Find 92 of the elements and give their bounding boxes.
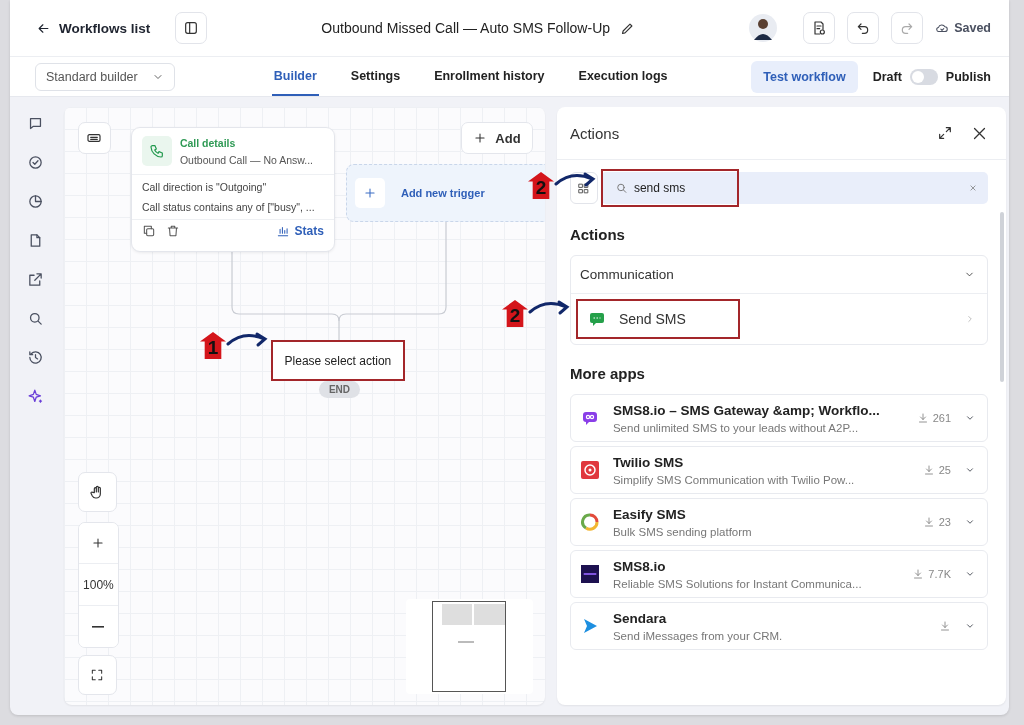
search-field[interactable]: send sms xyxy=(600,172,988,204)
undo-button[interactable] xyxy=(847,12,880,44)
download-icon xyxy=(939,620,951,632)
condition-text: Call status contains any of ["busy", ... xyxy=(140,200,316,215)
condition-text: Call direction is "Outgoing" xyxy=(140,180,268,195)
minus-icon xyxy=(92,625,105,628)
check-circle-icon xyxy=(27,154,45,171)
category-header[interactable]: Communication xyxy=(570,256,987,294)
plus-icon xyxy=(473,131,488,145)
tab[interactable]: Settings xyxy=(348,57,403,96)
app-name: Sendara xyxy=(612,610,668,626)
keyboard-button[interactable] xyxy=(77,122,111,154)
app-description: Send iMessages from your CRM. xyxy=(612,629,784,642)
publish-toggle[interactable] xyxy=(909,68,938,85)
saved-label: Saved xyxy=(954,21,991,35)
plus-icon xyxy=(91,536,106,550)
download-count: 23 xyxy=(938,516,951,528)
copy-icon xyxy=(141,224,156,238)
builder-select[interactable]: Standard builder xyxy=(35,62,175,91)
chevron-down-icon xyxy=(965,621,975,631)
section-heading: Actions xyxy=(568,225,626,245)
tab[interactable]: Enrollment history xyxy=(432,57,547,96)
add-button[interactable]: Add xyxy=(460,122,533,154)
end-label: END xyxy=(318,381,361,398)
back-link[interactable]: Workflows list xyxy=(36,20,151,36)
chevron-down-icon xyxy=(965,413,975,423)
panel-title: Actions xyxy=(569,124,621,142)
app-card[interactable]: Twilio SMS Simplify SMS Communication with Twilio Pow... 25 xyxy=(569,446,988,494)
app-card[interactable]: Sendara Send iMessages from your CRM. xyxy=(569,602,988,650)
sidebar-toggle-button[interactable] xyxy=(175,12,208,44)
sparkle-icon xyxy=(27,388,45,405)
pie-chart-icon xyxy=(27,193,45,210)
app-description: Bulk SMS sending platform xyxy=(612,525,753,538)
publish-label: Publish xyxy=(945,69,991,84)
chevron-down-icon xyxy=(965,465,975,475)
panel-icon xyxy=(183,20,200,36)
document-icon xyxy=(811,20,828,36)
scrollbar[interactable] xyxy=(1000,212,1004,382)
plus-icon xyxy=(362,186,377,200)
workflow-title: Outbound Missed Call — Auto SMS Follow-Up xyxy=(321,20,611,36)
download-count: 7.7K xyxy=(928,568,951,580)
trigger-node[interactable]: Call details Outbound Call — No Answ... Call direction is "Outgoing" Call status contains any of ["busy", ... Stats xyxy=(130,127,335,252)
download-icon xyxy=(912,568,925,580)
app-description: Reliable SMS Solutions for Instant Communica... xyxy=(612,577,863,590)
app-description: Send unlimited SMS to your leads without A2P... xyxy=(612,421,860,434)
download-icon xyxy=(922,464,935,476)
chevron-down-icon xyxy=(965,517,975,527)
external-link-icon xyxy=(27,271,45,288)
app-name: Twilio SMS xyxy=(612,454,685,470)
search-icon xyxy=(27,310,45,327)
bar-chart-icon xyxy=(275,224,290,238)
trash-icon xyxy=(165,224,180,238)
app-description: Simplify SMS Communication with Twilio Pow... xyxy=(612,473,856,486)
download-icon xyxy=(916,412,929,424)
section-heading: More apps xyxy=(568,364,646,384)
avatar xyxy=(749,14,778,42)
phone-icon xyxy=(148,143,165,159)
ring-logo-icon xyxy=(580,513,599,531)
square-logo-icon xyxy=(580,564,599,584)
app-name: Easify SMS xyxy=(612,506,687,522)
history-icon xyxy=(27,349,45,366)
stats-button[interactable]: Stats xyxy=(275,224,324,238)
app-card[interactable]: SMS8.io – SMS Gateway &amp; Workflo... Send unlimited SMS to your leads without A2P... 261 xyxy=(569,394,988,442)
circle-logo-icon xyxy=(580,461,599,479)
app-name: SMS8.io xyxy=(612,558,667,574)
action-node[interactable]: Please select action xyxy=(270,340,405,381)
app-card[interactable]: Easify SMS Bulk SMS sending platform 23 xyxy=(569,498,988,546)
app-card[interactable]: SMS8.io Reliable SMS Solutions for Instant Communica... 7.7K xyxy=(569,550,988,598)
expand-icon xyxy=(90,668,105,682)
chevron-right-icon xyxy=(965,314,975,324)
minimap[interactable] xyxy=(405,599,533,694)
chat-bubble-icon xyxy=(581,410,598,426)
node-subtitle: Outbound Call — No Answ... xyxy=(179,153,313,166)
report-button[interactable] xyxy=(803,12,836,44)
download-icon xyxy=(922,516,935,528)
cloud-icon xyxy=(935,21,950,35)
expand-arrows-icon xyxy=(937,125,953,141)
download-count: 261 xyxy=(932,412,951,424)
tab[interactable]: Execution logs xyxy=(576,57,670,96)
action-item[interactable]: Send SMS xyxy=(575,299,740,339)
tab[interactable]: Builder xyxy=(271,57,319,96)
send-arrow-icon xyxy=(581,618,598,634)
app-name: SMS8.io – SMS Gateway &amp; Workflo... xyxy=(612,402,881,418)
message-icon xyxy=(589,312,604,326)
node-title: Call details xyxy=(179,136,237,149)
download-count: 25 xyxy=(938,464,951,476)
chevron-down-icon xyxy=(965,569,975,579)
draft-label: Draft xyxy=(872,69,902,84)
test-workflow-button[interactable]: Test workflow xyxy=(751,60,858,93)
clear-icon xyxy=(968,183,978,193)
grid-icon xyxy=(577,181,591,195)
pan-button[interactable] xyxy=(77,472,117,512)
